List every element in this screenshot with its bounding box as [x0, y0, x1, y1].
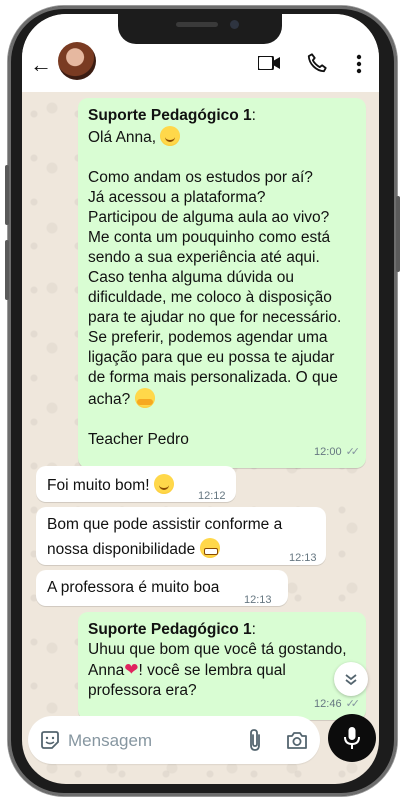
message-line: de forma mais personalizada. O que [88, 369, 338, 386]
message-text: acha? [88, 388, 366, 410]
time-text: 12:46 [314, 698, 342, 710]
message-composer: Mensagem [28, 716, 320, 764]
message-line: Anna [88, 662, 125, 679]
message-text: Anna❤! você se lembra qual [88, 660, 366, 681]
message-line: nossa disponibilidade [47, 541, 196, 558]
sender-colon: : [251, 107, 256, 124]
message-line: Uhuu que bom que você tá gostando, [88, 641, 347, 658]
avatar[interactable] [58, 42, 96, 80]
volume-button [5, 240, 9, 300]
message-line: ! você se lembra qual [138, 662, 286, 679]
message-timestamp: 12:00 ✓✓ [314, 442, 361, 462]
message-line: dificuldade, me coloco à disposição [88, 289, 332, 306]
more-vert-icon[interactable] [356, 54, 362, 74]
read-receipt-icon: ✓✓ [345, 446, 361, 458]
message-line [88, 148, 366, 168]
speaker-grille [176, 22, 218, 27]
message-sender: Suporte Pedagógico 1 [88, 621, 252, 638]
message-line: acha? [88, 391, 131, 408]
message-timestamp: 12:46 ✓✓ [314, 694, 361, 714]
message-bubble-outgoing[interactable]: Suporte Pedagógico 1: Uhuu que bom que v… [78, 612, 366, 720]
attach-icon[interactable] [248, 728, 262, 752]
mic-icon [344, 727, 360, 749]
arrow-left-icon[interactable]: ← [30, 54, 52, 76]
hugging-emoji-icon [134, 388, 155, 408]
message-bubble-incoming[interactable]: Bom que pode assistir conforme a nossa d… [36, 507, 326, 565]
message-timestamp: 12:12 [198, 490, 226, 502]
smiling-emoji-icon [160, 126, 181, 146]
message-input[interactable]: Mensagem [68, 731, 152, 751]
message-text: nossa disponibilidade [47, 538, 220, 560]
message-line: Me conta um pouquinho como está [88, 229, 331, 246]
phone-icon[interactable] [306, 52, 328, 74]
message-line: Olá Anna, [88, 129, 157, 146]
message-text: Suporte Pedagógico 1: [88, 620, 366, 640]
smiling-emoji-icon [153, 474, 174, 494]
message-line: Se preferir, podemos agendar uma [88, 329, 328, 346]
message-line: Caso tenha alguma dúvida ou [88, 269, 294, 286]
heart-emoji-icon: ❤ [124, 660, 139, 679]
time-text: 12:00 [314, 446, 342, 458]
sticker-icon[interactable] [40, 730, 60, 750]
message-line: A professora é muito boa [47, 579, 220, 596]
camera-icon[interactable] [286, 730, 308, 750]
phone-screen: ← Suporte Pedagógico 1: Olá Anna, Como a… [22, 14, 379, 784]
sender-colon: : [251, 621, 256, 638]
message-line: Como andam os estudos por aí? [88, 169, 313, 186]
message-timestamp: 12:13 [244, 594, 272, 606]
message-sender: Suporte Pedagógico 1 [88, 107, 252, 124]
scroll-down-button[interactable] [334, 662, 368, 696]
mic-button[interactable] [328, 714, 376, 762]
volume-button [5, 165, 9, 225]
message-line: sendo a sua experiência até aqui. [88, 249, 320, 266]
phone-notch [118, 14, 282, 44]
message-line: Bom que pode assistir conforme a [47, 516, 283, 533]
power-button [396, 196, 400, 272]
message-bubble-incoming[interactable]: A professora é muito boa 12:13 [36, 570, 288, 606]
front-camera [230, 20, 239, 29]
message-line [88, 410, 366, 430]
double-chevron-down-icon [345, 674, 357, 686]
message-line: para te ajudar no que for necessário. [88, 309, 342, 326]
message-line: Já acessou a plataforma? [88, 189, 266, 206]
message-line: Participou de alguma aula ao vivo? [88, 209, 330, 226]
message-line: ligação para que eu possa te ajudar [88, 349, 335, 366]
message-bubble-outgoing[interactable]: Suporte Pedagógico 1: Olá Anna, Como and… [78, 98, 366, 468]
message-text: Olá Anna, [88, 126, 366, 148]
message-text: Foi muito bom! [47, 474, 174, 496]
read-receipt-icon: ✓✓ [345, 698, 361, 710]
message-line: Foi muito bom! [47, 477, 150, 494]
video-call-icon[interactable] [258, 56, 280, 70]
message-bubble-incoming[interactable]: Foi muito bom! 12:12 [36, 466, 236, 502]
grinning-emoji-icon [199, 538, 220, 558]
message-timestamp: 12:13 [289, 552, 317, 564]
message-text: Suporte Pedagógico 1: [88, 106, 366, 126]
